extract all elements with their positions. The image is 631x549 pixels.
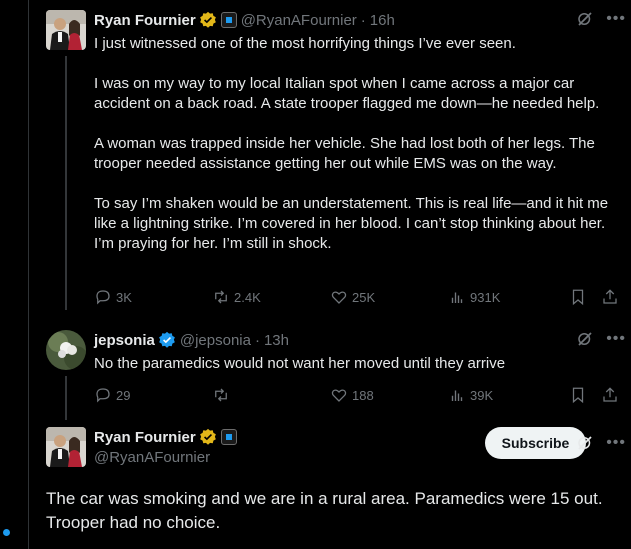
tweet-header: jepsonia @jepsonia · 13h bbox=[94, 330, 289, 350]
grok-icon[interactable] bbox=[576, 10, 594, 28]
like-icon bbox=[331, 389, 347, 402]
tweet-actions: 3K 2.4K 25K 931K bbox=[94, 287, 619, 307]
tweet-actions-end bbox=[569, 288, 619, 306]
timestamp[interactable]: 13h bbox=[264, 332, 289, 349]
like-count: 188 bbox=[352, 387, 374, 403]
tweet-paragraph: I was on my way to my local Italian spot… bbox=[94, 75, 600, 112]
view-count: 931K bbox=[470, 289, 501, 305]
more-icon[interactable]: ••• bbox=[606, 10, 626, 28]
tweet-header: Ryan Fournier bbox=[94, 427, 237, 447]
avatar-ryan-fournier[interactable] bbox=[46, 10, 86, 50]
share-icon[interactable] bbox=[601, 386, 619, 404]
repost-icon bbox=[215, 290, 227, 304]
bookmark-icon[interactable] bbox=[569, 288, 587, 306]
tweet-text: I just witnessed one of the most horrify… bbox=[94, 34, 624, 254]
views-icon bbox=[451, 292, 463, 303]
views-button[interactable]: 39K bbox=[448, 386, 552, 404]
share-icon[interactable] bbox=[601, 288, 619, 306]
avatar-ryan-fournier[interactable] bbox=[46, 427, 86, 467]
view-count: 39K bbox=[470, 387, 494, 403]
author-name[interactable]: jepsonia bbox=[94, 332, 155, 349]
thread-connector bbox=[65, 376, 67, 420]
subscribe-button[interactable]: Subscribe bbox=[485, 427, 586, 459]
grok-icon[interactable] bbox=[576, 434, 594, 452]
author-handle[interactable]: @jepsonia bbox=[180, 332, 251, 349]
reply-icon bbox=[96, 388, 110, 403]
reply-count: 29 bbox=[116, 387, 131, 403]
repost-count: 2.4K bbox=[234, 289, 261, 305]
separator: · bbox=[254, 331, 260, 349]
tweet-header-actions: ••• bbox=[576, 330, 626, 348]
tweet-actions-end bbox=[569, 386, 619, 404]
tweet-paragraph: A woman was trapped inside her vehicle. … bbox=[94, 135, 595, 172]
like-icon bbox=[331, 291, 347, 304]
tweet-header-actions: ••• bbox=[576, 10, 626, 28]
gold-check-icon bbox=[199, 428, 216, 445]
avatar-jepsonia[interactable] bbox=[46, 330, 86, 370]
more-icon[interactable]: ••• bbox=[606, 434, 626, 452]
reply-count: 3K bbox=[116, 289, 132, 305]
gold-check-icon bbox=[199, 11, 216, 28]
conversation-thread: Ryan Fournier @RyanAFournier · 16h ••• I… bbox=[28, 0, 631, 549]
bookmark-icon[interactable] bbox=[569, 386, 587, 404]
reply-icon bbox=[96, 290, 110, 305]
timestamp[interactable]: 16h bbox=[370, 12, 395, 29]
tweet-paragraph: No the paramedics would not want her mov… bbox=[94, 355, 506, 372]
tweet-actions: 29 188 39K bbox=[94, 385, 619, 405]
author-name[interactable]: Ryan Fournier bbox=[94, 12, 196, 29]
reply-tweet[interactable]: jepsonia @jepsonia · 13h ••• No the para… bbox=[46, 330, 626, 420]
reply-button[interactable]: 3K bbox=[94, 288, 212, 306]
tweet-header-handle-row: @RyanAFournier bbox=[94, 447, 210, 467]
tweet-text: No the paramedics would not want her mov… bbox=[94, 354, 624, 374]
affiliate-badge-icon[interactable] bbox=[220, 429, 237, 445]
thread-connector bbox=[65, 56, 67, 310]
notification-dot bbox=[3, 529, 10, 536]
reply-button[interactable]: 29 bbox=[94, 386, 212, 404]
tweet-text: The car was smoking and we are in a rura… bbox=[46, 489, 603, 532]
more-icon[interactable]: ••• bbox=[606, 330, 626, 348]
repost-icon bbox=[215, 388, 227, 402]
views-button[interactable]: 931K bbox=[448, 288, 552, 306]
author-handle[interactable]: @RyanAFournier bbox=[241, 12, 357, 29]
separator: · bbox=[360, 11, 366, 29]
tweet-paragraph: I just witnessed one of the most horrify… bbox=[94, 35, 516, 52]
views-icon bbox=[451, 390, 463, 401]
like-button[interactable]: 25K bbox=[330, 288, 448, 306]
repost-button[interactable]: 2.4K bbox=[212, 288, 330, 306]
tweet-header-actions: ••• bbox=[576, 434, 626, 452]
tweet-main[interactable]: Ryan Fournier @RyanAFournier · 16h ••• I… bbox=[46, 10, 626, 310]
author-handle[interactable]: @RyanAFournier bbox=[94, 449, 210, 466]
like-count: 25K bbox=[352, 289, 376, 305]
blue-check-icon bbox=[159, 331, 175, 348]
author-name[interactable]: Ryan Fournier bbox=[94, 429, 196, 446]
repost-button[interactable] bbox=[212, 386, 330, 404]
tweet-header: Ryan Fournier @RyanAFournier · 16h bbox=[94, 10, 395, 30]
grok-icon[interactable] bbox=[576, 330, 594, 348]
affiliate-badge-icon[interactable] bbox=[220, 12, 237, 28]
like-button[interactable]: 188 bbox=[330, 386, 448, 404]
focused-tweet[interactable]: Ryan Fournier @RyanAFournier Subscribe •… bbox=[46, 427, 626, 537]
tweet-paragraph: To say I’m shaken would be an understate… bbox=[94, 195, 609, 252]
